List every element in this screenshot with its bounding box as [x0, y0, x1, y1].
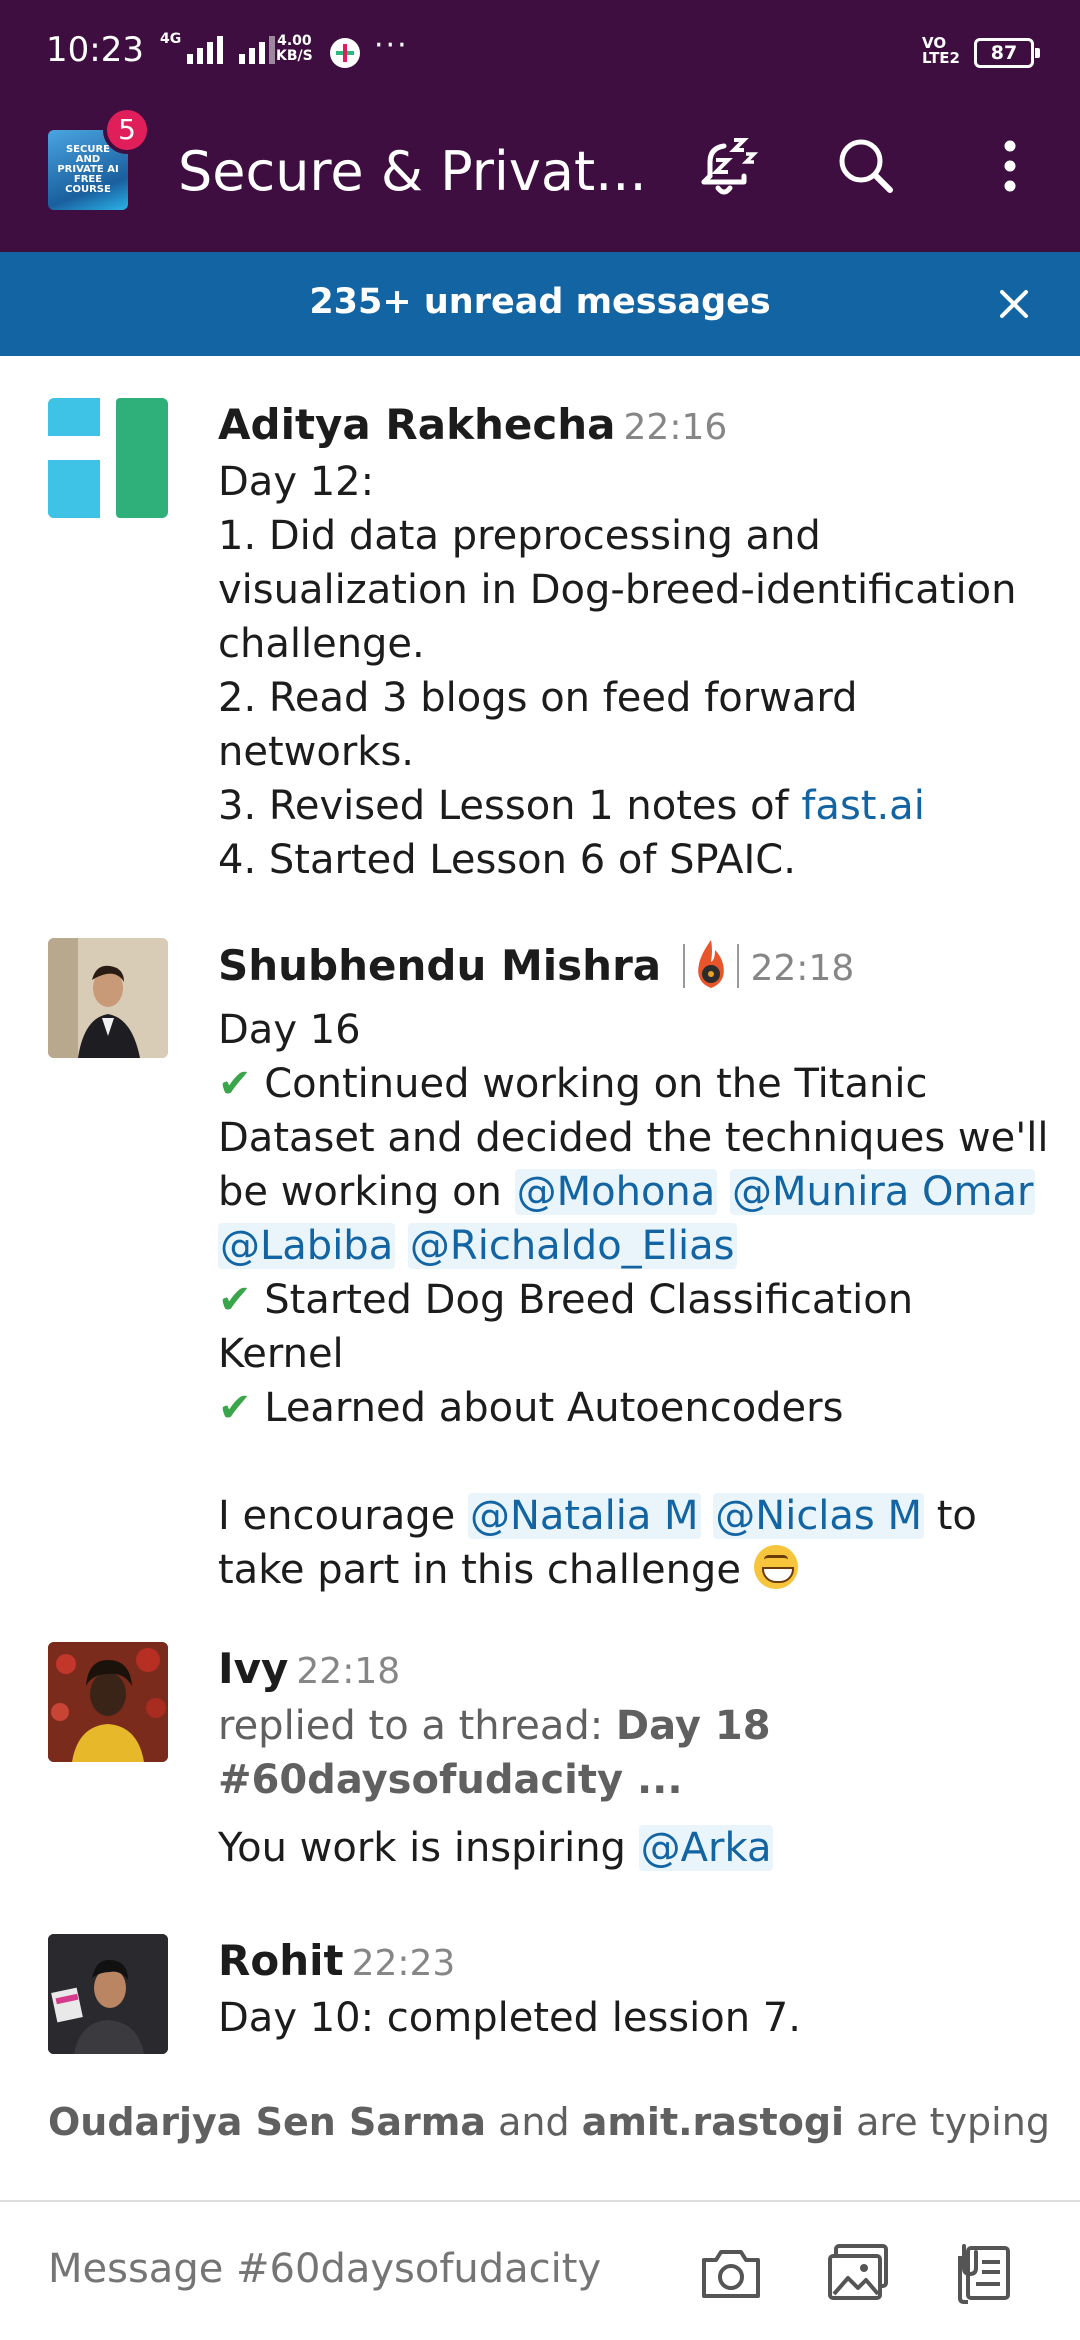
network-indicator: 4G [160, 32, 276, 64]
status-bar: 10:23 4G 4.00 KB/S ··· VO LTE2 87 [0, 0, 1080, 84]
message-link[interactable]: fast.ai [801, 783, 924, 829]
message-text: You work is inspiring @Arka [218, 1825, 774, 1871]
status-divider [682, 944, 685, 988]
check-icon: ✔ [218, 1385, 252, 1431]
more-vert-icon[interactable] [968, 124, 1052, 208]
message-text: Day 16 ✔ Continued working on the Titani… [218, 1007, 1049, 1593]
user-mention[interactable]: @Mohona [514, 1169, 718, 1215]
user-mention[interactable]: @Arka [638, 1825, 774, 1871]
message-body: Shubhendu Mishra 22:18 Day 16 ✔ Continue… [218, 938, 1078, 1597]
message-time: 22:23 [351, 1943, 456, 1984]
status-overflow-icon: ··· [374, 28, 409, 63]
channel-title[interactable]: Secure & Privat... [178, 140, 647, 203]
message-body: Ivy 22:18 replied to a thread: Day 18 #60… [218, 1642, 1078, 1875]
message-text: Day 12: 1. Did data preprocessing and vi… [218, 459, 1017, 883]
message-author[interactable]: Aditya Rakhecha [218, 400, 616, 449]
message-text: Day 10: completed lession 7. [218, 1995, 801, 2041]
message-body: Aditya Rakhecha 22:16 Day 12: 1. Did data… [218, 398, 1078, 887]
app-header: SECURE AND PRIVATE AI FREE COURSE 5 Secu… [0, 84, 1080, 252]
signal-icon-2 [239, 32, 276, 64]
unread-banner-text: 235+ unread messages [309, 282, 771, 322]
avatar[interactable] [48, 938, 168, 1058]
message-input[interactable] [48, 2246, 648, 2292]
avatar[interactable] [48, 398, 168, 518]
check-icon: ✔ [218, 1061, 252, 1107]
battery-icon: 87 [974, 38, 1040, 68]
message-time: 22:18 [750, 948, 855, 989]
user-mention[interactable]: @Munira Omar [730, 1169, 1036, 1215]
message-body: Rohit 22:23 Day 10: completed lession 7. [218, 1934, 1078, 2045]
network-speed: 4.00 KB/S [276, 33, 313, 64]
message-author[interactable]: Ivy [218, 1644, 288, 1693]
avatar[interactable] [48, 1642, 168, 1762]
message-composer [0, 2200, 1080, 2340]
files-icon[interactable] [950, 2238, 1020, 2308]
search-icon[interactable] [824, 124, 908, 208]
volte-indicator: VO LTE2 [922, 34, 960, 67]
signal-icon: 4G [160, 32, 224, 64]
message-time: 22:18 [296, 1651, 401, 1692]
status-divider [736, 944, 739, 988]
user-mention[interactable]: @Labiba [218, 1223, 396, 1269]
message-author[interactable]: Rohit [218, 1936, 344, 1985]
message-time: 22:16 [623, 407, 728, 448]
image-icon[interactable] [824, 2238, 894, 2308]
close-icon[interactable] [986, 276, 1042, 332]
thread-reply-note[interactable]: replied to a thread: Day 18 #60daysofuda… [218, 1699, 1078, 1807]
notification-badge: 5 [103, 106, 151, 154]
fire-badge-icon [691, 938, 731, 1003]
grin-emoji-icon [753, 1545, 798, 1589]
slack-notification-icon [330, 38, 360, 68]
check-icon: ✔ [218, 1277, 252, 1323]
typing-indicator: Oudarjya Sen Sarma and amit.rastogi are … [48, 2100, 1050, 2144]
user-mention[interactable]: @Natalia M [467, 1493, 701, 1539]
status-time: 10:23 [46, 30, 144, 70]
message-author[interactable]: Shubhendu Mishra [218, 941, 661, 990]
camera-icon[interactable] [696, 2238, 766, 2308]
avatar[interactable] [48, 1934, 168, 2054]
user-mention[interactable]: @Niclas M [713, 1493, 924, 1539]
user-mention[interactable]: @Richaldo_Elias [407, 1223, 737, 1269]
snooze-bell-icon[interactable] [682, 124, 766, 208]
unread-banner[interactable]: 235+ unread messages [0, 252, 1080, 356]
